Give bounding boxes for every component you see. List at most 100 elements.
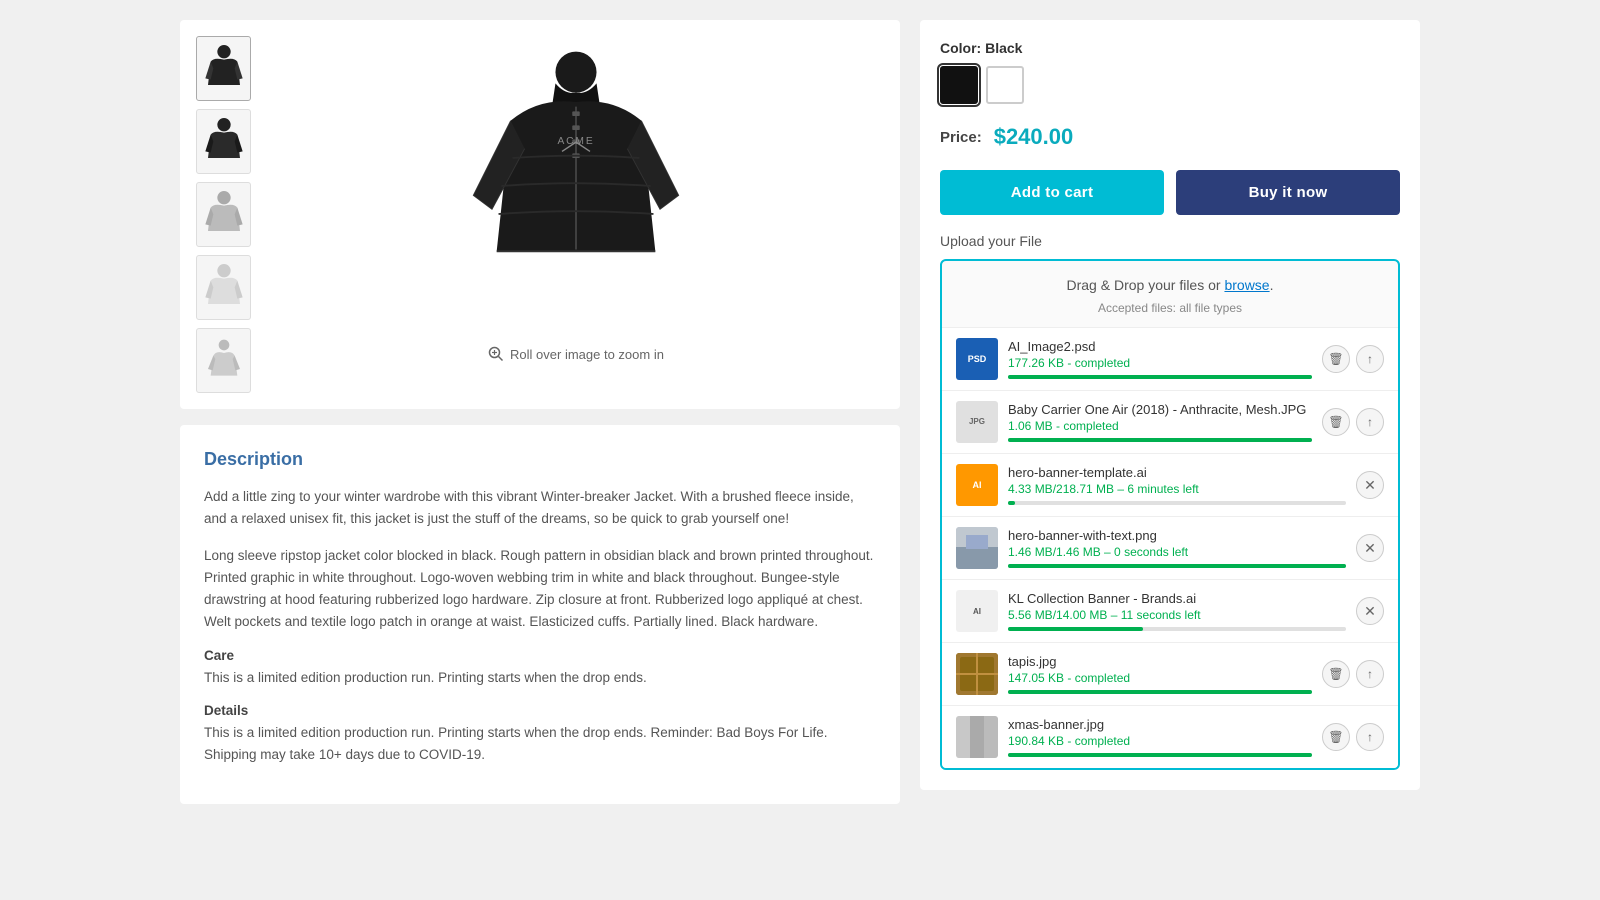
progress-fill-5: [1008, 627, 1143, 631]
file-name-1: AI_Image2.psd: [1008, 339, 1312, 354]
add-to-cart-button[interactable]: Add to cart: [940, 170, 1164, 215]
file-item-5: AI KL Collection Banner - Brands.ai 5.56…: [942, 579, 1398, 642]
file-item-6: tapis.jpg 147.05 KB - completed 🗑 ↑: [942, 642, 1398, 705]
product-options: Color: Black Price: $240.00 Add to cart …: [920, 20, 1420, 790]
file-item-3: AI hero-banner-template.ai 4.33 MB/218.7…: [942, 453, 1398, 516]
file-meta-6: 147.05 KB - completed: [1008, 671, 1312, 685]
file-info-4: hero-banner-with-text.png 1.46 MB/1.46 M…: [1008, 528, 1346, 568]
file-thumb-7: [956, 716, 998, 758]
color-swatch-black[interactable]: [940, 66, 978, 104]
file-cancel-btn-4[interactable]: ✕: [1356, 534, 1384, 562]
upload-label: Upload your File: [940, 233, 1400, 249]
upload-dropzone[interactable]: Drag & Drop your files or browse. Accept…: [940, 259, 1400, 770]
file-upload-btn-1[interactable]: ↑: [1356, 345, 1384, 373]
file-delete-btn-6[interactable]: 🗑: [1322, 660, 1350, 688]
file-name-7: xmas-banner.jpg: [1008, 717, 1312, 732]
dropzone-header: Drag & Drop your files or browse.: [942, 261, 1398, 301]
file-item-2: JPG Baby Carrier One Air (2018) - Anthra…: [942, 390, 1398, 453]
file-list: PSD AI_Image2.psd 177.26 KB - completed …: [942, 327, 1398, 768]
progress-bar-4: [1008, 564, 1346, 568]
file-item-1: PSD AI_Image2.psd 177.26 KB - completed …: [942, 327, 1398, 390]
file-delete-btn-1[interactable]: 🗑: [1322, 345, 1350, 373]
accepted-files-text: Accepted files: all file types: [942, 301, 1398, 315]
description-para1: Add a little zing to your winter wardrob…: [204, 486, 876, 531]
file-thumb-1: PSD: [956, 338, 998, 380]
file-cancel-btn-3[interactable]: ✕: [1356, 471, 1384, 499]
zoom-hint-text: Roll over image to zoom in: [510, 347, 664, 362]
zoom-hint: Roll over image to zoom in: [488, 346, 664, 362]
progress-bar-7: [1008, 753, 1312, 757]
color-swatch-white[interactable]: [986, 66, 1024, 104]
progress-bar-3: [1008, 501, 1346, 505]
progress-bar-2: [1008, 438, 1312, 442]
price-value: $240.00: [994, 124, 1074, 150]
file-info-7: xmas-banner.jpg 190.84 KB - completed: [1008, 717, 1312, 757]
file-upload-btn-7[interactable]: ↑: [1356, 723, 1384, 751]
dropzone-text: Drag & Drop your files or: [1067, 277, 1225, 293]
file-actions-7: 🗑 ↑: [1322, 723, 1384, 751]
zoom-icon: [488, 346, 504, 362]
file-delete-btn-7[interactable]: 🗑: [1322, 723, 1350, 751]
file-thumb-3: AI: [956, 464, 998, 506]
file-meta-5: 5.56 MB/14.00 MB – 11 seconds left: [1008, 608, 1346, 622]
progress-fill-4: [1008, 564, 1346, 568]
product-image-section: ACME: [180, 20, 900, 409]
file-info-2: Baby Carrier One Air (2018) - Anthracite…: [1008, 402, 1312, 442]
details-label: Details: [204, 703, 876, 718]
file-info-1: AI_Image2.psd 177.26 KB - completed: [1008, 339, 1312, 379]
file-item-4: hero-banner-with-text.png 1.46 MB/1.46 M…: [942, 516, 1398, 579]
file-cancel-btn-5[interactable]: ✕: [1356, 597, 1384, 625]
details-text: This is a limited edition production run…: [204, 722, 876, 767]
color-label: Color: Black: [940, 40, 1400, 56]
care-label: Care: [204, 648, 876, 663]
main-jacket-image: ACME: [268, 36, 884, 336]
file-info-6: tapis.jpg 147.05 KB - completed: [1008, 654, 1312, 694]
file-actions-5: ✕: [1356, 597, 1384, 625]
file-thumb-6: [956, 653, 998, 695]
file-name-3: hero-banner-template.ai: [1008, 465, 1346, 480]
file-meta-4: 1.46 MB/1.46 MB – 0 seconds left: [1008, 545, 1346, 559]
file-item-7: xmas-banner.jpg 190.84 KB - completed 🗑 …: [942, 705, 1398, 768]
file-actions-3: ✕: [1356, 471, 1384, 499]
file-actions-6: 🗑 ↑: [1322, 660, 1384, 688]
progress-bar-5: [1008, 627, 1346, 631]
price-row: Price: $240.00: [940, 124, 1400, 150]
buy-it-now-button[interactable]: Buy it now: [1176, 170, 1400, 215]
file-name-5: KL Collection Banner - Brands.ai: [1008, 591, 1346, 606]
file-actions-1: 🗑 ↑: [1322, 345, 1384, 373]
description-section: Description Add a little zing to your wi…: [180, 425, 900, 804]
thumbnail-4[interactable]: [196, 255, 251, 320]
progress-fill-3: [1008, 501, 1015, 505]
file-delete-btn-2[interactable]: 🗑: [1322, 408, 1350, 436]
thumbnail-3[interactable]: [196, 182, 251, 247]
file-meta-1: 177.26 KB - completed: [1008, 356, 1312, 370]
action-buttons: Add to cart Buy it now: [940, 170, 1400, 215]
file-meta-3: 4.33 MB/218.71 MB – 6 minutes left: [1008, 482, 1346, 496]
thumbnail-5[interactable]: [196, 328, 251, 393]
dropzone-suffix: .: [1270, 277, 1274, 293]
description-title: Description: [204, 449, 876, 470]
file-upload-btn-2[interactable]: ↑: [1356, 408, 1384, 436]
left-panel: ACME: [180, 20, 900, 804]
browse-link[interactable]: browse: [1224, 277, 1269, 293]
color-swatches: [940, 66, 1400, 104]
thumbnail-2[interactable]: [196, 109, 251, 174]
progress-fill-6: [1008, 690, 1312, 694]
progress-bar-6: [1008, 690, 1312, 694]
progress-fill-2: [1008, 438, 1312, 442]
progress-bar-1: [1008, 375, 1312, 379]
file-upload-btn-6[interactable]: ↑: [1356, 660, 1384, 688]
thumbnail-1[interactable]: [196, 36, 251, 101]
file-name-2: Baby Carrier One Air (2018) - Anthracite…: [1008, 402, 1312, 417]
file-info-5: KL Collection Banner - Brands.ai 5.56 MB…: [1008, 591, 1346, 631]
care-text: This is a limited edition production run…: [204, 667, 876, 689]
description-para2: Long sleeve ripstop jacket color blocked…: [204, 545, 876, 634]
file-name-6: tapis.jpg: [1008, 654, 1312, 669]
file-name-4: hero-banner-with-text.png: [1008, 528, 1346, 543]
file-thumb-2: JPG: [956, 401, 998, 443]
main-image-area: ACME: [268, 36, 884, 393]
file-meta-2: 1.06 MB - completed: [1008, 419, 1312, 433]
thumbnail-list: [196, 36, 256, 393]
progress-fill-7: [1008, 753, 1312, 757]
price-label: Price:: [940, 129, 982, 146]
